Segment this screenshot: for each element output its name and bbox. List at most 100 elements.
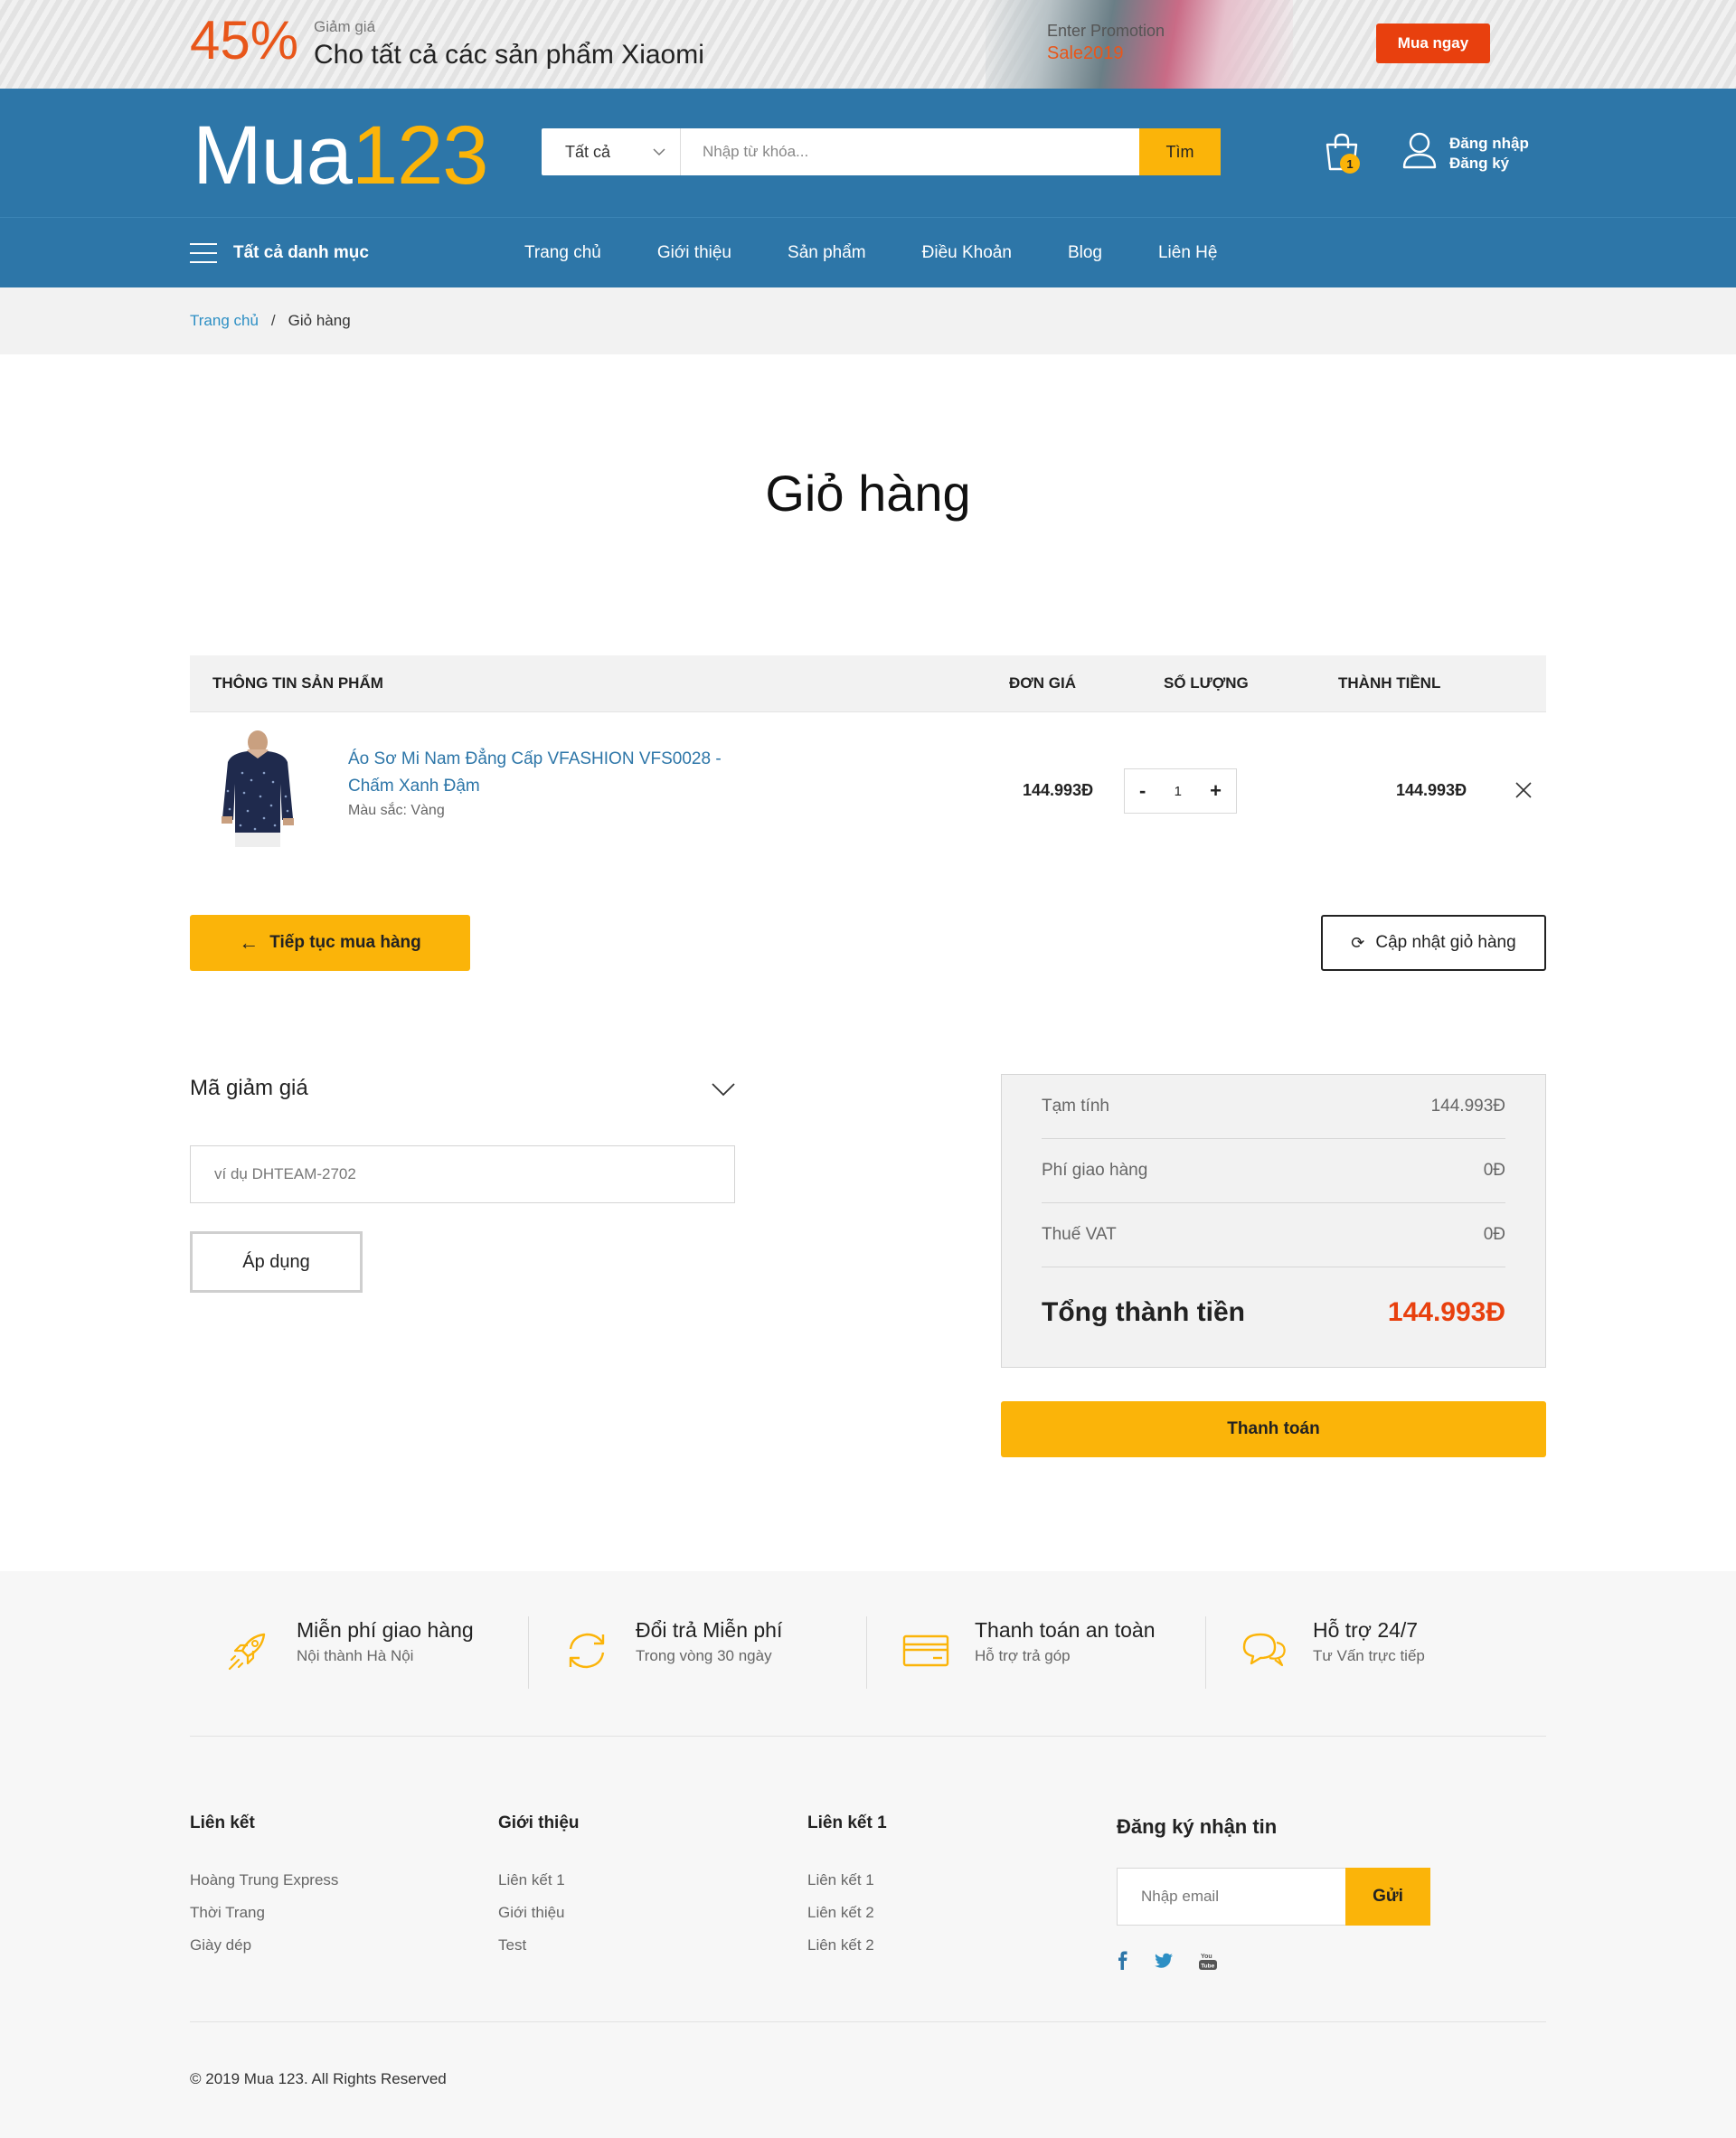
search-button[interactable]: Tìm <box>1139 128 1221 175</box>
feature-subtitle: Nội thành Hà Nội <box>297 1647 414 1664</box>
site-footer: Miễn phí giao hàng Nội thành Hà Nội Đổi … <box>0 1571 1736 2138</box>
footer-link[interactable]: Thời Trang <box>190 1902 338 1923</box>
feature-support: Hỗ trợ 24/7 Tư Vấn trực tiếp <box>1239 1616 1425 1676</box>
register-link[interactable]: Đăng ký <box>1449 154 1529 174</box>
feature-divider <box>1205 1616 1206 1689</box>
summary-total-row: Tổng thành tiền 144.993Đ <box>1042 1267 1505 1358</box>
nav-link-terms[interactable]: Điều Khoản <box>922 243 1012 263</box>
footer-link[interactable]: Liên kết 1 <box>807 1870 887 1890</box>
search-category-select[interactable]: Tất cả <box>542 128 681 175</box>
cart-table-header: THÔNG TIN SẢN PHẨM ĐƠN GIÁ SỐ LƯỢNG THÀN… <box>190 655 1546 711</box>
promo-small-text: Giảm giá <box>314 18 376 35</box>
footer-link[interactable]: Test <box>498 1935 580 1955</box>
update-cart-button[interactable]: ⟳ Cập nhật giỏ hàng <box>1321 915 1546 971</box>
vat-value: 0Đ <box>1483 1225 1505 1244</box>
nav-links: Trang chủ Giới thiệu Sản phẩm Điều Khoản… <box>524 218 1273 288</box>
header-product: THÔNG TIN SẢN PHẨM <box>212 674 383 692</box>
footer-link[interactable]: Giới thiệu <box>498 1902 580 1923</box>
breadcrumb-home[interactable]: Trang chủ <box>190 312 259 330</box>
login-link[interactable]: Đăng nhập <box>1449 134 1529 154</box>
footer-link[interactable]: Liên kết 2 <box>807 1902 887 1923</box>
nav-link-about[interactable]: Giới thiệu <box>657 243 731 263</box>
vat-label: Thuế VAT <box>1042 1225 1117 1244</box>
summary-vat-row: Thuế VAT 0Đ <box>1042 1203 1505 1267</box>
total-value: 144.993Đ <box>1387 1297 1505 1327</box>
search-category-label: Tất cả <box>565 142 611 161</box>
footer-column-links-1: Liên kết 1 Liên kết 1 Liên kết 2 Liên kế… <box>807 1813 887 1967</box>
youtube-icon[interactable]: You Tube <box>1198 1951 1218 1971</box>
qty-minus-button[interactable]: - <box>1139 779 1146 803</box>
facebook-icon[interactable] <box>1113 1951 1133 1971</box>
footer-column-title: Giới thiệu <box>498 1813 580 1832</box>
feature-subtitle: Tư Vấn trực tiếp <box>1313 1647 1425 1664</box>
header-total: THÀNH TIỀNL <box>1338 674 1441 692</box>
newsletter-title: Đăng ký nhận tin <box>1117 1815 1278 1838</box>
chevron-down-icon[interactable] <box>711 1081 736 1097</box>
footer-link[interactable]: Hoàng Trung Express <box>190 1870 338 1890</box>
card-icon <box>902 1634 949 1667</box>
coupon-title[interactable]: Mã giảm giá <box>190 1076 308 1101</box>
nav-link-products[interactable]: Sản phẩm <box>788 243 866 263</box>
shipping-value: 0Đ <box>1483 1161 1505 1180</box>
breadcrumb-separator: / <box>270 312 276 329</box>
product-image[interactable] <box>208 728 307 847</box>
all-categories-menu[interactable]: Tất cả danh mục <box>190 218 369 288</box>
nav-link-blog[interactable]: Blog <box>1068 243 1102 263</box>
subtotal-label: Tạm tính <box>1042 1097 1109 1116</box>
feature-title: Thanh toán an toàn <box>975 1618 1156 1642</box>
rocket-icon <box>228 1633 266 1671</box>
feature-subtitle: Hỗ trợ trả góp <box>975 1647 1071 1664</box>
search-input[interactable] <box>681 128 1139 175</box>
feature-title: Đổi trả Miễn phí <box>636 1618 783 1642</box>
chevron-down-icon <box>653 147 665 155</box>
nav-link-home[interactable]: Trang chủ <box>524 243 601 263</box>
subtotal-value: 144.993Đ <box>1430 1097 1505 1116</box>
site-header: Mua123 Tất cả Tìm 1 Đăng nhập Đăng ký <box>0 89 1736 217</box>
order-summary: Tạm tính 144.993Đ Phí giao hàng 0Đ Thuế … <box>1001 1074 1546 1368</box>
footer-divider <box>190 2021 1546 2022</box>
header-qty: SỐ LƯỢNG <box>1164 674 1249 692</box>
refresh-icon: ⟳ <box>1351 933 1365 952</box>
arrow-left-icon: ← <box>239 931 259 954</box>
main-nav: Tất cả danh mục Trang chủ Giới thiệu Sản… <box>0 217 1736 287</box>
qty-value[interactable]: 1 <box>1175 784 1182 799</box>
product-unit-price: 144.993Đ <box>1023 781 1094 799</box>
footer-link[interactable]: Liên kết 1 <box>498 1870 580 1890</box>
chat-icon <box>1242 1633 1286 1667</box>
product-line-total: 144.993Đ <box>1396 781 1467 799</box>
search-bar: Tất cả Tìm <box>542 128 1221 175</box>
continue-shopping-button[interactable]: ← Tiếp tục mua hàng <box>190 915 470 971</box>
apply-coupon-button[interactable]: Áp dụng <box>190 1231 363 1293</box>
promo-percent: 45% <box>190 10 299 71</box>
summary-subtotal-row: Tạm tính 144.993Đ <box>1042 1075 1505 1139</box>
promo-buy-button[interactable]: Mua ngay <box>1376 24 1490 63</box>
promo-banner: 45% Giảm giá Cho tất cả các sản phẩm Xia… <box>0 0 1736 89</box>
close-icon[interactable] <box>1514 781 1533 799</box>
qty-plus-button[interactable]: + <box>1210 779 1222 803</box>
nav-link-contact[interactable]: Liên Hệ <box>1158 243 1218 263</box>
footer-link[interactable]: Giày dép <box>190 1935 338 1955</box>
product-name-link[interactable]: Áo Sơ Mi Nam Đẳng Cấp VFASHION VFS0028 -… <box>348 746 746 800</box>
continue-shopping-label: Tiếp tục mua hàng <box>269 933 421 952</box>
table-divider <box>190 711 1546 712</box>
feature-divider <box>866 1616 867 1689</box>
twitter-icon[interactable] <box>1154 1951 1174 1971</box>
newsletter-email-input[interactable] <box>1117 1868 1345 1926</box>
footer-column-links: Liên kết Hoàng Trung Express Thời Trang … <box>190 1813 338 1967</box>
footer-column-about: Giới thiệu Liên kết 1 Giới thiệu Test <box>498 1813 580 1967</box>
feature-title: Hỗ trợ 24/7 <box>1313 1618 1419 1642</box>
coupon-code-input[interactable] <box>190 1145 735 1203</box>
newsletter-submit-button[interactable]: Gửi <box>1345 1868 1430 1926</box>
summary-shipping-row: Phí giao hàng 0Đ <box>1042 1139 1505 1203</box>
footer-link[interactable]: Liên kết 2 <box>807 1935 887 1955</box>
site-logo[interactable]: Mua123 <box>193 108 488 203</box>
user-icon[interactable] <box>1401 130 1438 170</box>
promo-image-line2: Sale2019 <box>1047 43 1124 63</box>
feature-title: Miễn phí giao hàng <box>297 1618 474 1642</box>
checkout-button[interactable]: Thanh toán <box>1001 1401 1546 1457</box>
promo-image-line1: Enter Promotion <box>1047 22 1165 40</box>
svg-text:Tube: Tube <box>1201 1964 1214 1970</box>
quantity-stepper: - 1 + <box>1124 768 1237 814</box>
logo-text: Mua <box>193 109 353 202</box>
promo-image <box>986 0 1293 89</box>
